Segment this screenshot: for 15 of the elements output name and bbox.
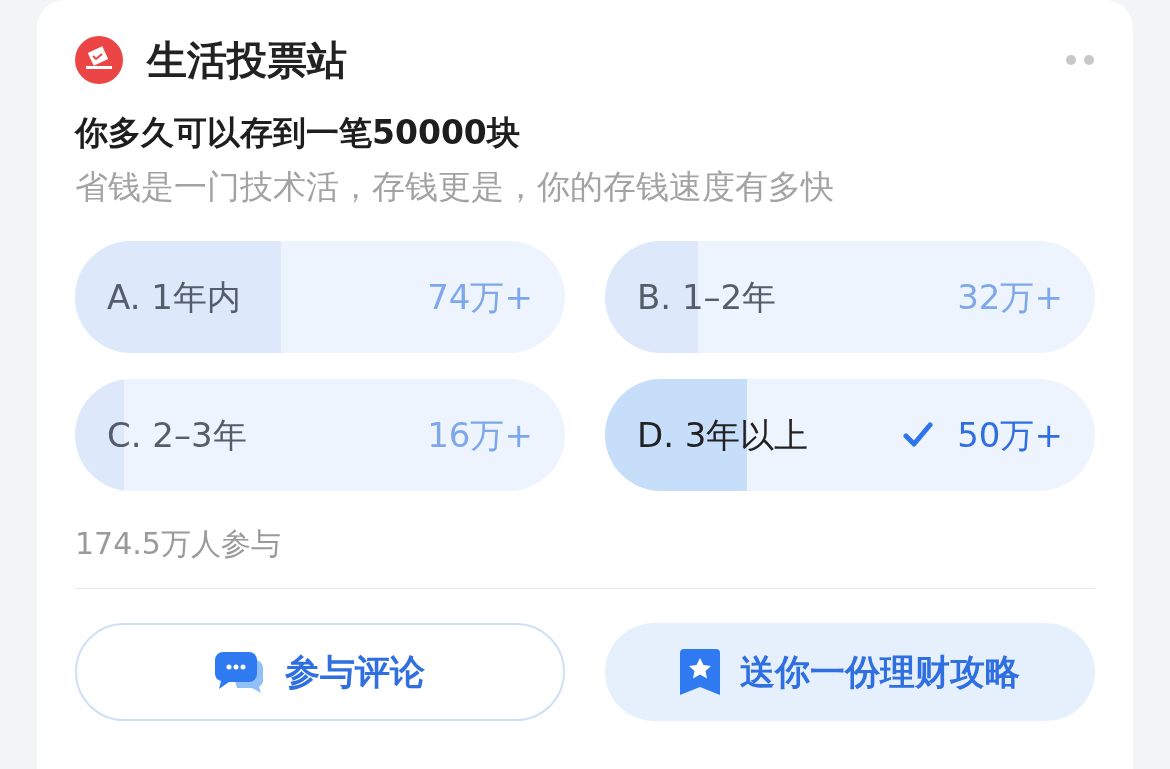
ballot-box-icon xyxy=(75,36,123,84)
question-subtitle: 省钱是一门技术活，存钱更是，你的存钱速度有多快 xyxy=(75,165,835,208)
vote-option[interactable]: B. 1–2年 32万+ xyxy=(605,241,1095,353)
vote-option[interactable]: C. 2–3年 16万+ xyxy=(75,379,565,491)
star-bookmark-icon xyxy=(680,649,720,695)
card-title: 生活投票站 xyxy=(147,36,347,85)
vote-option[interactable]: D. 3年以上 50万+ xyxy=(605,379,1095,491)
vote-option[interactable]: A. 1年内 74万+ xyxy=(75,241,565,353)
comment-button[interactable]: 参与评论 xyxy=(75,623,565,721)
guide-button[interactable]: 送你一份理财攻略 xyxy=(605,623,1095,721)
question-title: 你多久可以存到一笔50000块 xyxy=(75,112,521,154)
participant-count: 174.5万人参与 xyxy=(75,525,282,563)
more-icon[interactable] xyxy=(1065,54,1095,66)
chat-bubble-icon xyxy=(215,650,265,694)
check-icon xyxy=(903,422,934,448)
